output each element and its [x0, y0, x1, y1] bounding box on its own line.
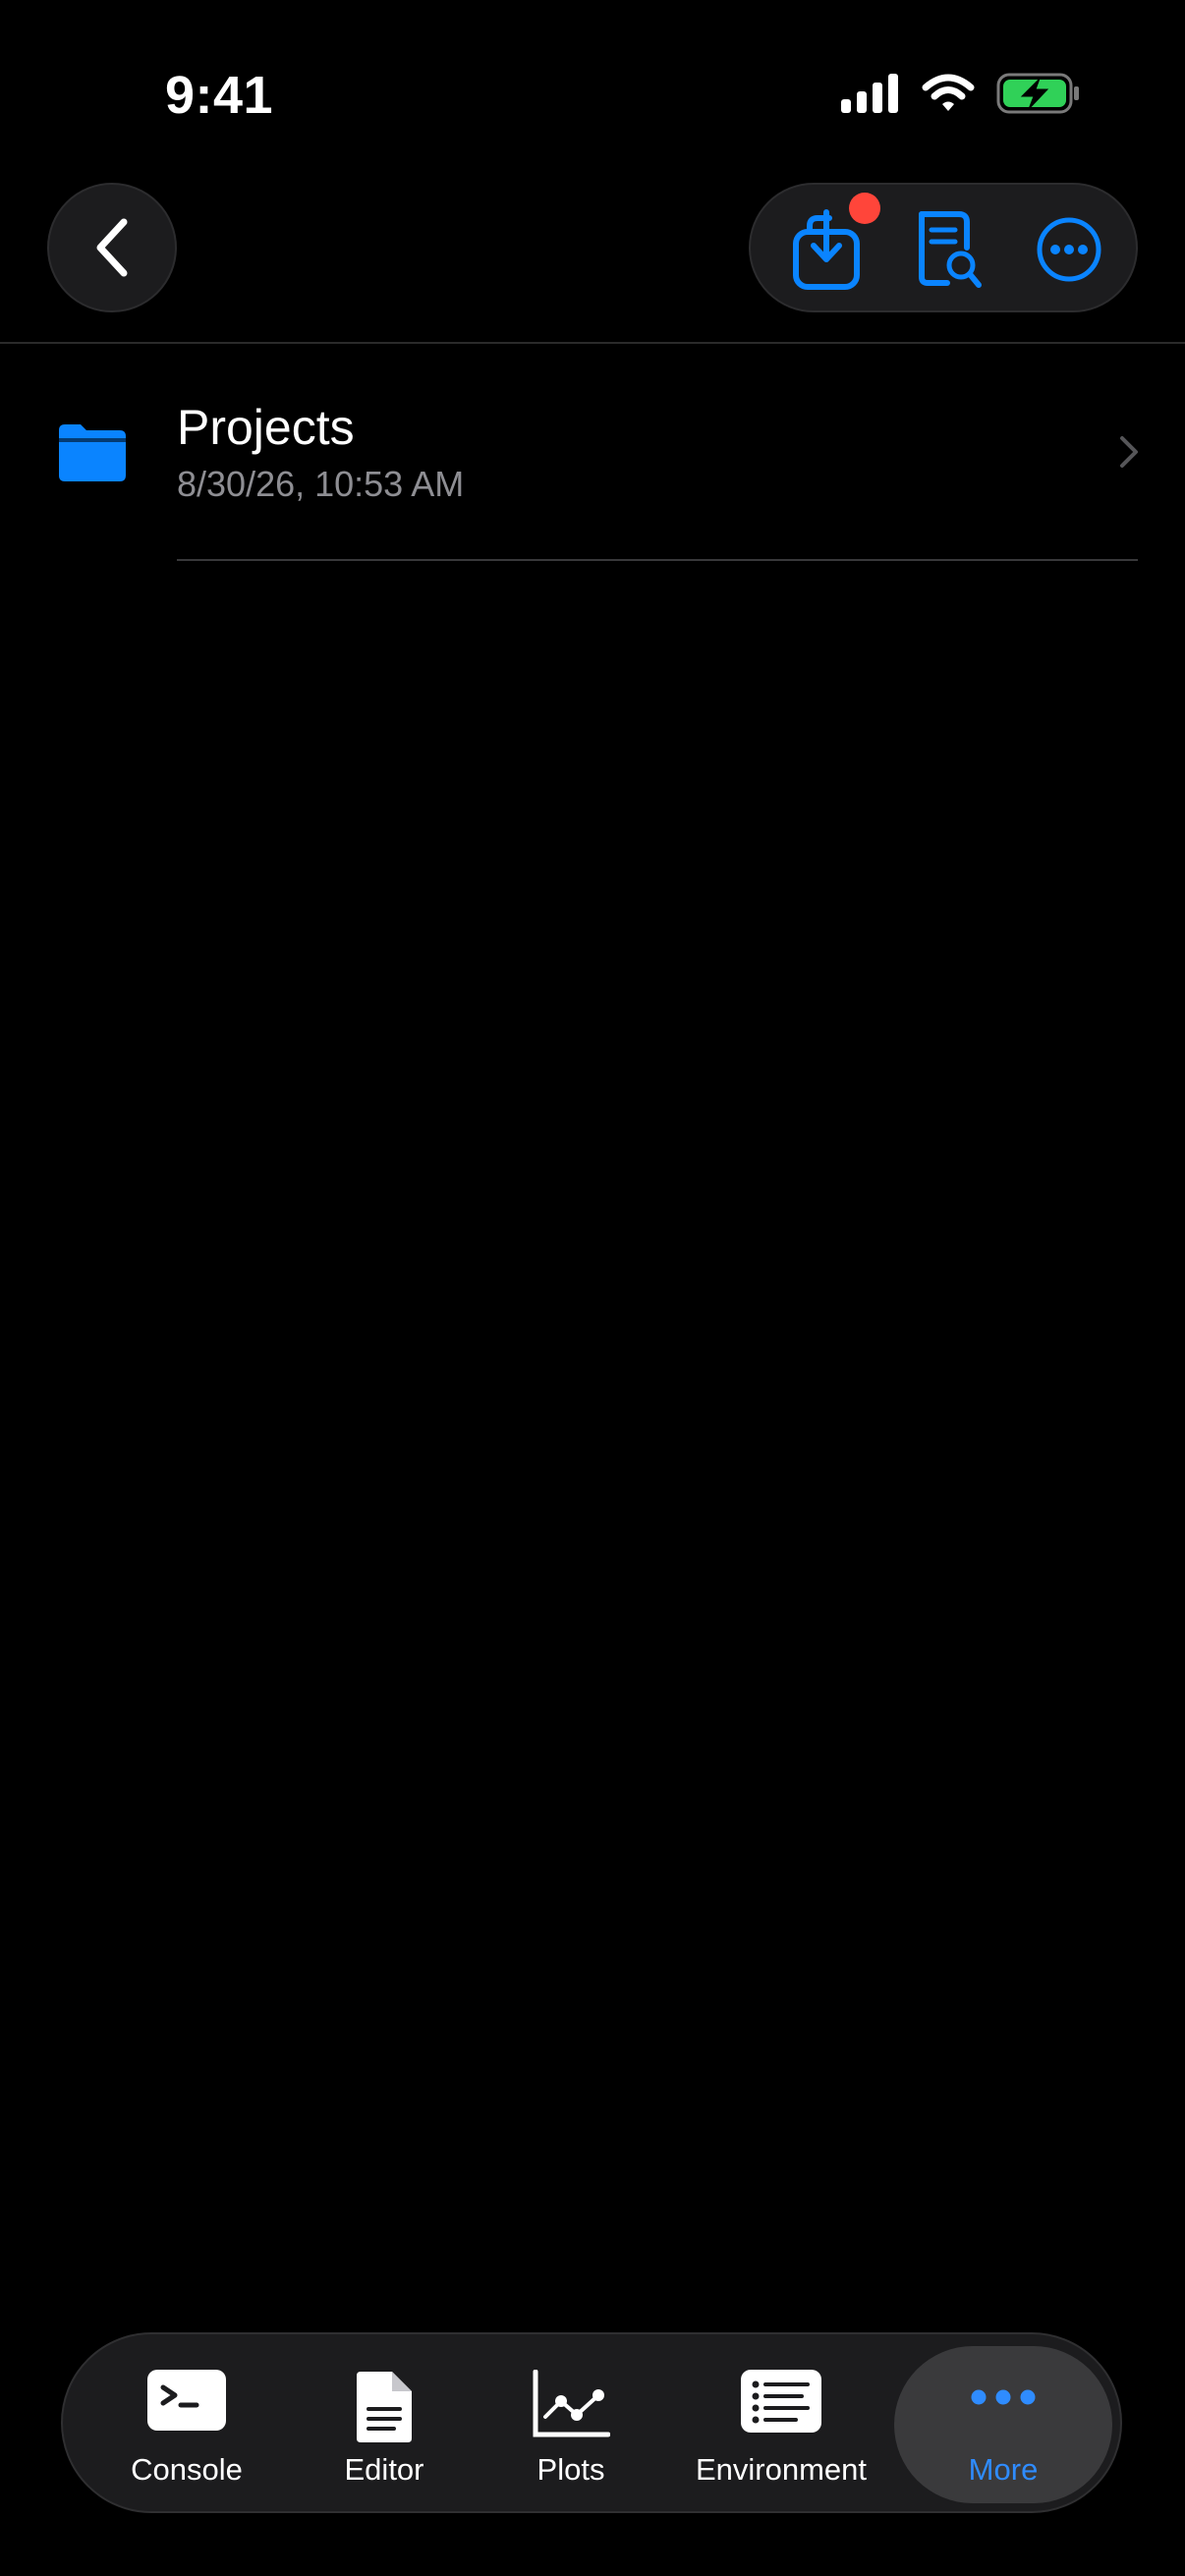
- back-button[interactable]: [47, 183, 177, 312]
- chevron-right-icon: [1120, 436, 1138, 468]
- status-bar: 9:41: [0, 0, 1185, 177]
- app-screen: 9:41 Projects 8/30/26, 10:53 AM Console …: [0, 0, 1185, 2576]
- notification-badge: [849, 193, 880, 224]
- document-icon: [357, 2372, 412, 2442]
- more-options-button[interactable]: [1018, 198, 1120, 301]
- download-inbox-button[interactable]: [780, 193, 882, 301]
- tab-label-console: Console: [131, 2452, 243, 2487]
- tab-bar: Console Editor Plots Environment More: [61, 2332, 1122, 2513]
- nav-action-group: [749, 183, 1138, 312]
- tab-label-environment: Environment: [695, 2452, 868, 2487]
- file-name: Projects: [177, 400, 355, 455]
- file-date: 8/30/26, 10:53 AM: [177, 464, 465, 504]
- status-time: 9:41: [165, 66, 274, 125]
- tab-label-plots: Plots: [536, 2452, 605, 2487]
- document-search-button[interactable]: [898, 198, 1000, 301]
- tab-console[interactable]: Console: [83, 2334, 291, 2515]
- line-chart-icon: [533, 2370, 610, 2437]
- ellipsis-circle-icon: [1037, 217, 1101, 282]
- status-icons: [841, 73, 1081, 114]
- battery-charging-icon: [996, 73, 1079, 114]
- tab-plots[interactable]: Plots: [478, 2334, 664, 2515]
- folder-icon: [59, 424, 126, 481]
- terminal-icon: [147, 2370, 226, 2431]
- file-row-projects[interactable]: Projects 8/30/26, 10:53 AM: [0, 344, 1185, 561]
- tab-label-more: More: [968, 2452, 1039, 2487]
- cellular-signal-icon: [841, 74, 898, 113]
- list-icon: [741, 2370, 821, 2433]
- chevron-left-icon: [96, 218, 128, 277]
- tab-environment[interactable]: Environment: [664, 2334, 898, 2515]
- more-icon: [971, 2389, 1036, 2405]
- row-separator: [177, 559, 1138, 561]
- document-search-icon: [919, 211, 982, 288]
- tab-more[interactable]: More: [894, 2334, 1112, 2515]
- tab-editor[interactable]: Editor: [291, 2334, 478, 2515]
- tab-label-editor: Editor: [344, 2452, 424, 2487]
- wifi-icon: [922, 74, 975, 111]
